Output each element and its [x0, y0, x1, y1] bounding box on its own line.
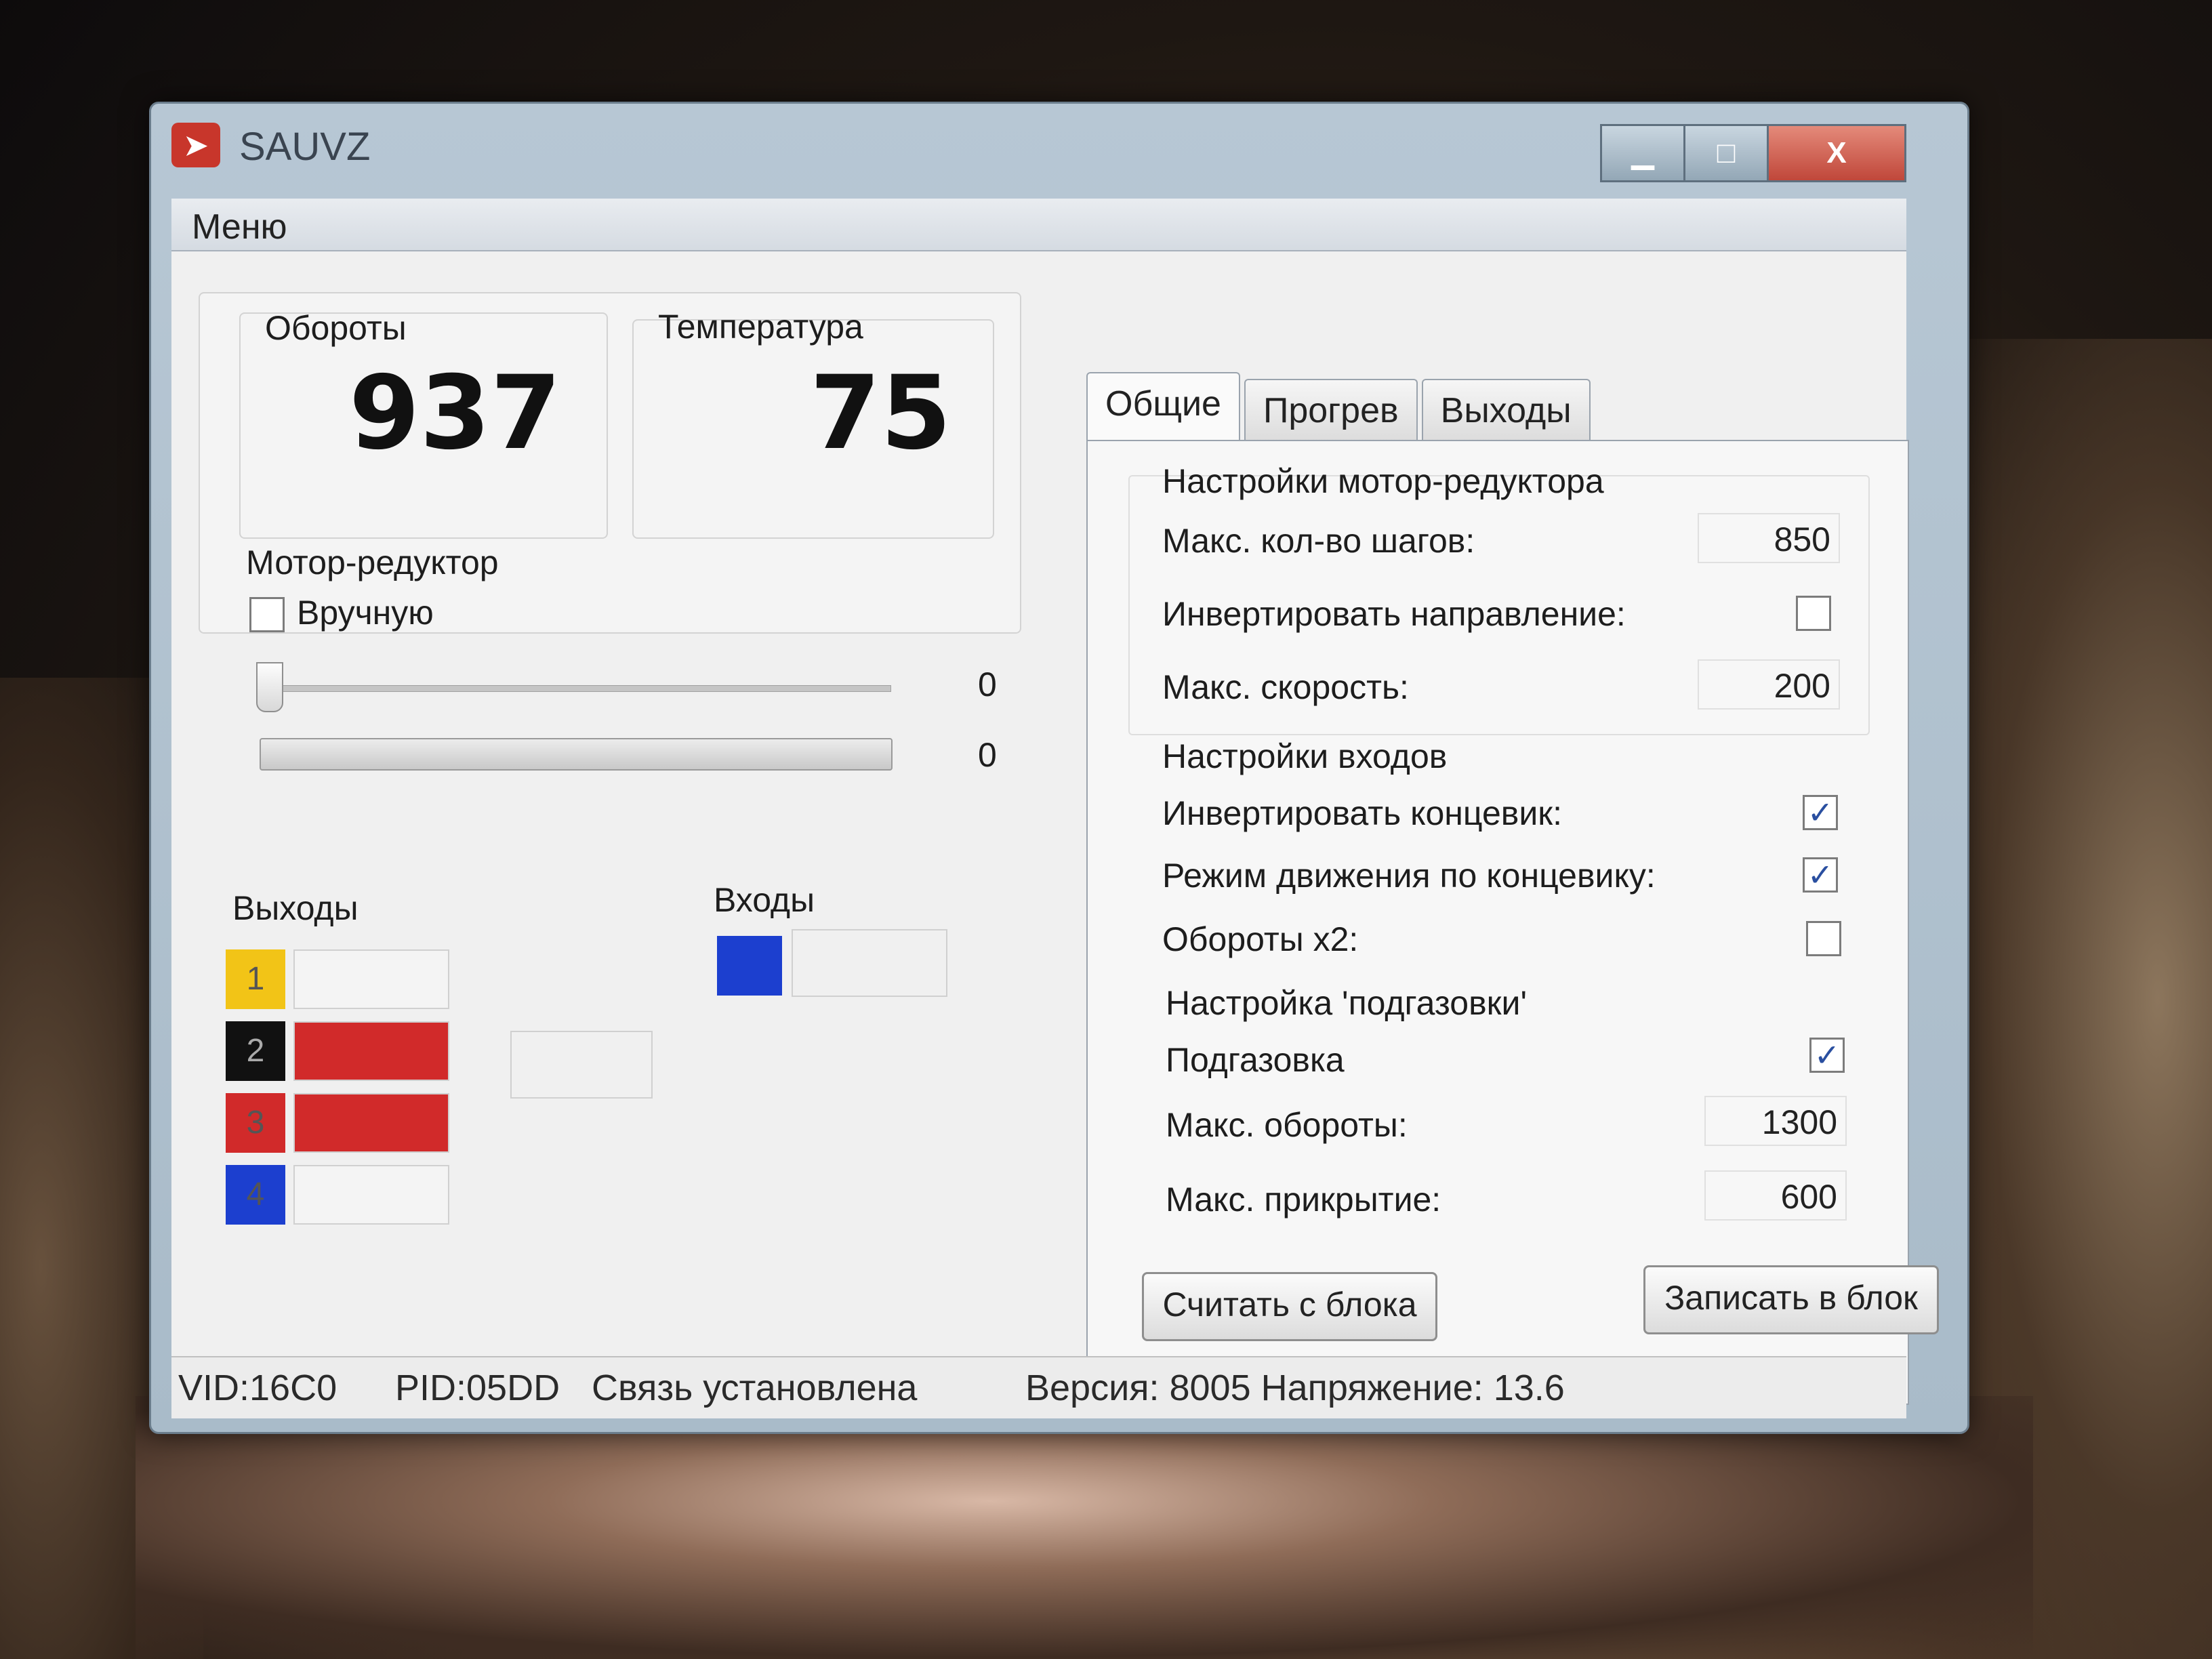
throttle-label: Подгазовка: [1166, 1041, 1345, 1079]
output-1-state[interactable]: [293, 949, 449, 1009]
tab-strip: Общие Прогрев Выходы: [1086, 372, 1595, 441]
max-rpm-label: Макс. обороты:: [1166, 1106, 1408, 1144]
output-2-state[interactable]: [293, 1021, 449, 1081]
invert-direction-label: Инвертировать направление:: [1162, 595, 1626, 633]
app-logo-icon: ➤: [171, 123, 220, 167]
caption-buttons: ▁ □ X: [1600, 124, 1906, 189]
tab-outputs[interactable]: Выходы: [1421, 379, 1591, 441]
output-4-indicator: 4: [226, 1165, 285, 1225]
close-button[interactable]: X: [1767, 124, 1906, 182]
temperature-label: Температура: [658, 308, 863, 346]
invert-endstop-checkbox[interactable]: ✓: [1803, 795, 1838, 830]
slider-value: 0: [978, 665, 997, 703]
max-steps-input[interactable]: 850: [1698, 513, 1840, 563]
status-connection: Связь установлена: [592, 1368, 918, 1408]
rpm-value: 937: [349, 354, 562, 472]
motor-slider-track[interactable]: [260, 685, 891, 692]
output-4-state[interactable]: [293, 1165, 449, 1225]
output-extra-box: [510, 1031, 653, 1099]
status-pid: PID:05DD: [395, 1368, 560, 1408]
tab-page-general: Настройки мотор-редуктора Макс. кол-во ш…: [1086, 440, 1939, 1405]
menu-item[interactable]: Меню: [192, 207, 287, 247]
max-speed-label: Макс. скорость:: [1162, 668, 1409, 706]
motor-progress-bar: [260, 738, 893, 771]
rpm-x2-label: Обороты x2:: [1162, 920, 1359, 958]
motor-group-label: Мотор-редуктор: [246, 544, 499, 581]
status-vid: VID:16C0: [178, 1368, 337, 1408]
main-window: ➤ SAUVZ ▁ □ X Меню Обороты 937 Температу…: [149, 102, 1969, 1434]
background-fur-bottom: [136, 1396, 2033, 1659]
max-steps-label: Макс. кол-во шагов:: [1162, 522, 1475, 560]
endstop-mode-checkbox[interactable]: ✓: [1803, 857, 1838, 893]
tab-warmup[interactable]: Прогрев: [1244, 379, 1418, 441]
motor-settings-title: Настройки мотор-редуктора: [1162, 462, 1604, 500]
invert-endstop-label: Инвертировать концевик:: [1162, 794, 1563, 832]
throttle-settings-title: Настройка 'подгазовки': [1166, 984, 1528, 1022]
minimize-button[interactable]: ▁: [1600, 124, 1685, 182]
max-close-input[interactable]: 600: [1704, 1170, 1847, 1221]
rpm-x2-checkbox[interactable]: [1806, 921, 1841, 956]
manual-label: Вручную: [297, 594, 434, 632]
endstop-mode-label: Режим движения по концевику:: [1162, 857, 1656, 895]
max-speed-input[interactable]: 200: [1698, 659, 1840, 710]
inputs-settings-title: Настройки входов: [1162, 737, 1448, 775]
status-version: Версия: 8005 Напряжение: 13.6: [1025, 1368, 1565, 1408]
invert-direction-checkbox[interactable]: [1796, 596, 1831, 631]
outputs-label: Выходы: [232, 889, 359, 927]
menu-bar: Меню: [171, 199, 1906, 251]
progress-value: 0: [978, 736, 997, 774]
temperature-panel: Температура 75: [632, 308, 994, 539]
input-indicator: [717, 936, 782, 996]
tab-general[interactable]: Общие: [1086, 372, 1240, 441]
output-2-indicator: 2: [226, 1021, 285, 1081]
max-rpm-input[interactable]: 1300: [1704, 1096, 1847, 1146]
read-from-block-button[interactable]: Считать с блока: [1142, 1272, 1437, 1341]
max-close-label: Макс. прикрытие:: [1166, 1181, 1441, 1218]
title-bar[interactable]: ➤ SAUVZ ▁ □ X: [151, 104, 1967, 192]
input-state: [792, 929, 947, 997]
rpm-panel: Обороты 937: [239, 309, 608, 539]
write-to-block-button[interactable]: Записать в блок: [1643, 1265, 1939, 1334]
manual-checkbox[interactable]: [249, 597, 285, 632]
temperature-value: 75: [810, 354, 951, 472]
motor-slider-thumb[interactable]: [256, 662, 283, 712]
inputs-label: Входы: [714, 881, 815, 919]
maximize-button[interactable]: □: [1683, 124, 1769, 182]
status-bar: VID:16C0 PID:05DD Связь установлена Верс…: [171, 1356, 1906, 1418]
rpm-label: Обороты: [265, 309, 407, 347]
throttle-checkbox[interactable]: ✓: [1809, 1038, 1845, 1073]
window-title: SAUVZ: [239, 125, 371, 169]
output-3-state[interactable]: [293, 1093, 449, 1153]
client-area: Обороты 937 Температура 75 Мотор-редукто…: [171, 251, 1939, 1405]
output-1-indicator: 1: [226, 949, 285, 1009]
output-3-indicator: 3: [226, 1093, 285, 1153]
